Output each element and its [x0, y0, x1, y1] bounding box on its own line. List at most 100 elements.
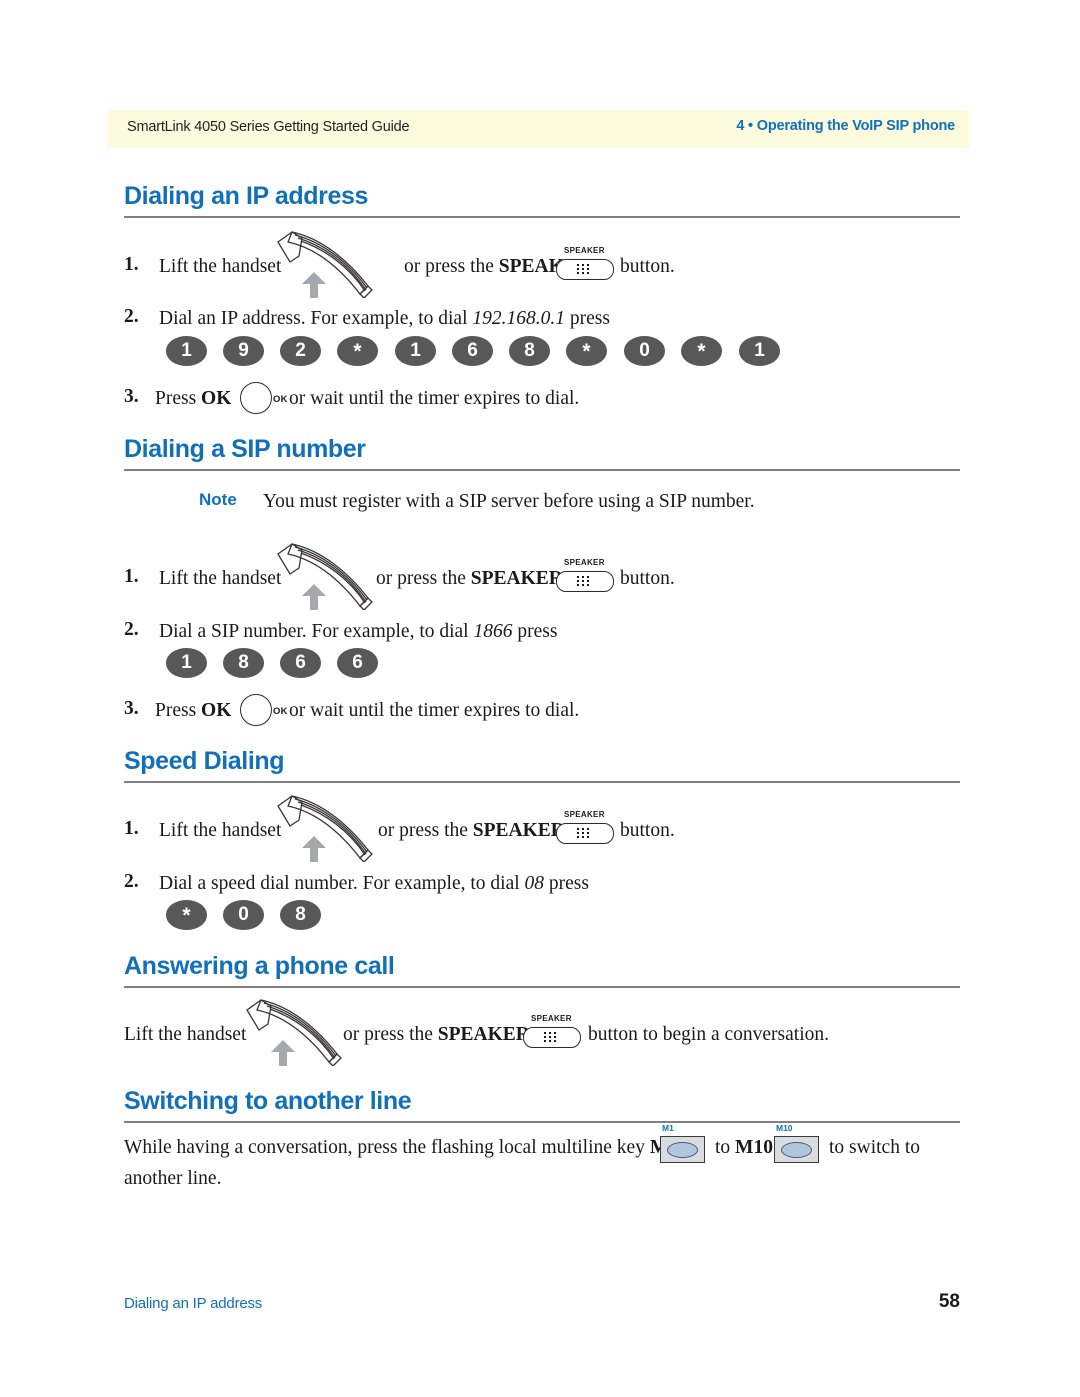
speaker-caption: SPEAKER: [564, 246, 605, 255]
step-number: 2.: [124, 871, 139, 892]
note-text: You must register with a SIP server befo…: [263, 491, 755, 512]
heading-rule: [124, 1121, 960, 1123]
heading-speed-dialing: Speed Dialing: [124, 747, 285, 775]
keypad-key[interactable]: 1: [739, 336, 780, 366]
text-speaker-word: SPEAKER: [437, 1024, 530, 1045]
keypad-key[interactable]: 6: [280, 648, 321, 678]
heading-rule: [124, 986, 960, 988]
step-text-wait-timer: or wait until the timer expires to dial.: [289, 388, 580, 409]
keypad-key[interactable]: 0: [624, 336, 665, 366]
keypad-key[interactable]: 8: [280, 900, 321, 930]
heading-switching-to-another-line: Switching to another line: [124, 1087, 412, 1115]
text-press-suffix: press: [544, 873, 589, 894]
text-press: Press: [155, 388, 202, 409]
step-number: 2.: [124, 306, 139, 327]
step-text-press-ok: Press OK: [155, 698, 231, 724]
step-text-button: button.: [620, 568, 675, 589]
text-press-suffix: press: [565, 308, 610, 329]
speaker-caption: SPEAKER: [564, 810, 605, 819]
footer-page-number: 58: [938, 1291, 960, 1312]
text-m10-word: M10: [735, 1137, 773, 1158]
ok-button-icon[interactable]: [240, 382, 272, 414]
step-number: 3.: [124, 698, 139, 719]
step-text-lift-handset: Lift the handset: [159, 568, 282, 589]
paragraph-text-or-press: or press the SPEAKER: [343, 1022, 530, 1048]
step-text-dial-ip: Dial an IP address. For example, to dial…: [159, 306, 610, 332]
heading-answering-a-phone-call: Answering a phone call: [124, 952, 395, 980]
text-dial-prefix: Dial a speed dial number. For example, t…: [159, 873, 525, 894]
keypad-key[interactable]: 2: [280, 336, 321, 366]
text-press-suffix: press: [512, 621, 558, 642]
keypad-key[interactable]: *: [337, 336, 378, 366]
text-switching-prefix: While having a conversation, press the f…: [124, 1137, 650, 1158]
text-ok-word: OK: [201, 388, 232, 409]
heading-dialing-an-ip-address: Dialing an IP address: [124, 182, 369, 210]
keypad-key[interactable]: 6: [337, 648, 378, 678]
ok-button-icon[interactable]: [240, 694, 272, 726]
header-chapter-title: 4 • Operating the VoIP SIP phone: [736, 118, 955, 134]
speaker-caption: SPEAKER: [564, 558, 605, 567]
keypad-key[interactable]: *: [681, 336, 722, 366]
paragraph-text-to: to M10: [715, 1135, 773, 1161]
speaker-dot-grid: [544, 1031, 558, 1043]
text-example-sip: 1866: [473, 621, 513, 642]
running-header: SmartLink 4050 Series Getting Started Gu…: [107, 110, 969, 148]
step-text-wait-timer: or wait until the timer expires to dial.: [289, 700, 580, 721]
heading-rule: [124, 469, 960, 471]
step-text-lift-handset: Lift the handset: [159, 256, 282, 277]
keypad-key[interactable]: 6: [452, 336, 493, 366]
paragraph-text-lift-handset: Lift the handset: [124, 1024, 247, 1045]
keypad-key[interactable]: 8: [509, 336, 550, 366]
step-text-or-press: or press the SPEAKER: [378, 818, 565, 844]
keypad-key[interactable]: *: [166, 900, 207, 930]
mkey-caption: M1: [662, 1123, 674, 1133]
paragraph-text-switch-to: to switch to: [829, 1137, 920, 1158]
heading-rule: [124, 781, 960, 783]
text-or-press-the: or press the: [378, 820, 473, 841]
text-example-speed: 08: [524, 873, 545, 894]
handset-icon: [277, 543, 373, 610]
handset-icon: [246, 999, 342, 1066]
footer-section-title: Dialing an IP address: [124, 1295, 263, 1312]
document-page: SmartLink 4050 Series Getting Started Gu…: [0, 0, 1080, 1397]
keypad-key[interactable]: 1: [166, 648, 207, 678]
keypad-key[interactable]: 9: [223, 336, 264, 366]
keypad-key[interactable]: 1: [166, 336, 207, 366]
step-number: 3.: [124, 386, 139, 407]
speaker-dot-grid: [577, 575, 591, 587]
mkey-ellipse: [667, 1141, 698, 1158]
step-text-button: button.: [620, 820, 675, 841]
paragraph-text-begin-conversation: button to begin a conversation.: [588, 1024, 829, 1045]
step-text-dial-speed: Dial a speed dial number. For example, t…: [159, 871, 589, 897]
text-press: Press: [155, 700, 202, 721]
speaker-dot-grid: [577, 827, 591, 839]
handset-icon: [277, 231, 373, 298]
keypad-key[interactable]: 1: [395, 336, 436, 366]
speaker-dot-grid: [577, 263, 591, 275]
ok-button-caption: OK: [273, 706, 288, 717]
text-to-word: to: [715, 1137, 736, 1158]
ok-button-caption: OK: [273, 394, 288, 405]
step-text-dial-sip: Dial a SIP number. For example, to dial …: [159, 619, 557, 645]
heading-dialing-a-sip-number: Dialing a SIP number: [124, 435, 366, 463]
step-text-button: button.: [620, 256, 675, 277]
text-ok-word: OK: [201, 700, 232, 721]
text-example-ip: 192.168.0.1: [472, 308, 565, 329]
handset-icon: [277, 795, 373, 862]
keypad-key[interactable]: 8: [223, 648, 264, 678]
mkey-caption: M10: [776, 1123, 793, 1133]
keypad-key[interactable]: *: [566, 336, 607, 366]
text-or-press-the: or press the: [376, 568, 471, 589]
speaker-caption: SPEAKER: [531, 1014, 572, 1023]
text-dial-prefix: Dial an IP address. For example, to dial: [159, 308, 473, 329]
keypad-key[interactable]: 0: [223, 900, 264, 930]
text-or-press-the: or press the: [404, 256, 499, 277]
paragraph-text-another-line: another line.: [124, 1168, 222, 1189]
text-speaker-word: SPEAKER: [470, 568, 563, 589]
text-or-press-the: or press the: [343, 1024, 438, 1045]
heading-rule: [124, 216, 960, 218]
header-guide-title: SmartLink 4050 Series Getting Started Gu…: [127, 119, 410, 135]
note-label: Note: [199, 490, 237, 509]
step-text-press-ok: Press OK: [155, 386, 231, 412]
step-text-or-press: or press the SPEAKER: [376, 566, 563, 592]
